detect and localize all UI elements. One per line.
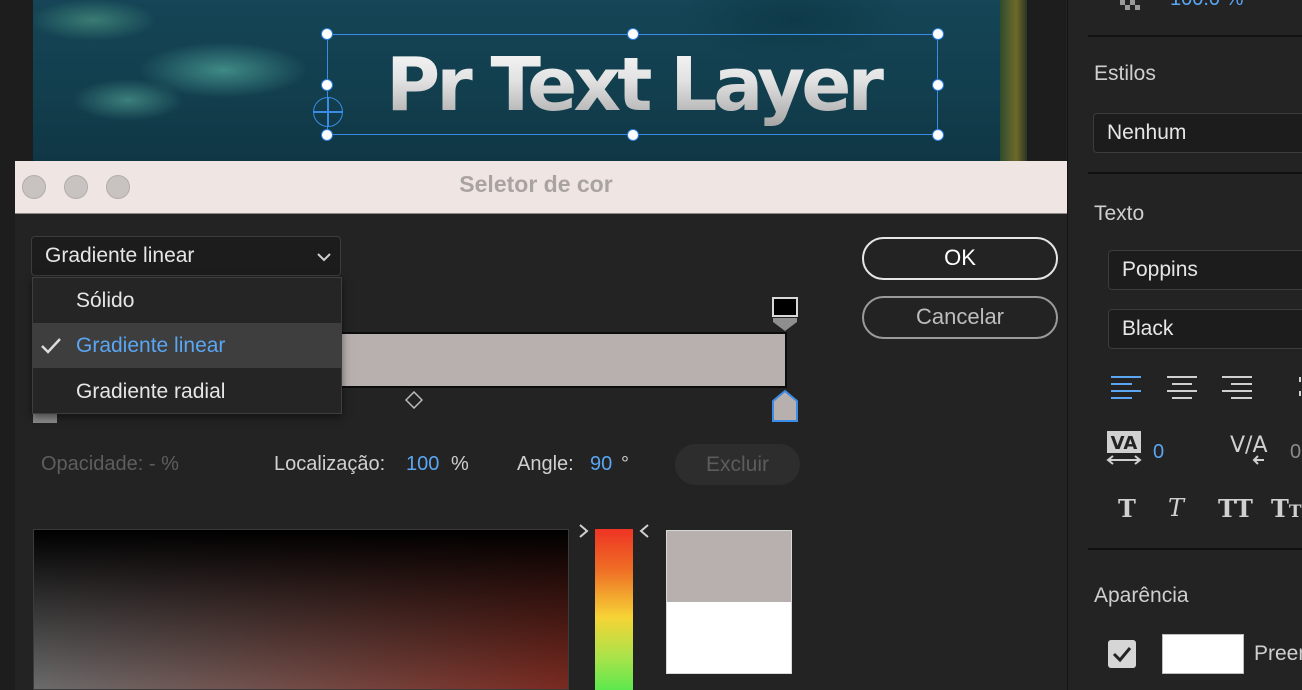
transform-handle-top-right[interactable] [932,28,944,40]
align-justify-icon[interactable] [1298,374,1302,400]
small-caps-icon[interactable]: TT [1271,494,1302,523]
styles-heading: Estilos [1094,62,1156,85]
location-unit: % [451,453,469,475]
color-stop-left[interactable] [33,414,57,423]
align-center-icon[interactable] [1166,374,1198,400]
video-frame-edge [1000,0,1027,163]
opacity-stop-icon[interactable] [772,297,798,332]
menu-item-radial-gradient[interactable]: Gradiente radial [33,369,341,414]
angle-label: Angle: [517,453,574,475]
menu-item-solid[interactable]: Sólido [33,278,341,323]
fill-type-dropdown-menu: Sólido Gradiente linear Gradiente radial [32,277,342,414]
fill-checkbox[interactable] [1108,640,1136,668]
divider [1088,35,1302,37]
transform-handle-top-center[interactable] [627,28,639,40]
divider [1088,548,1302,550]
svg-text:VA: VA [1111,433,1138,454]
checkmark-icon [41,338,61,354]
align-right-icon[interactable] [1221,374,1253,400]
opacity-value[interactable]: 100.0 % [1170,0,1243,11]
style-select[interactable]: Nenhum [1093,113,1302,153]
svg-text:V/A: V/A [1230,433,1268,458]
angle-unit: ° [621,453,629,475]
location-value[interactable]: 100 [406,450,439,478]
delete-stop-button[interactable]: Excluir [675,444,800,485]
italic-icon[interactable]: T [1168,494,1184,522]
fill-label: Preen [1254,642,1302,665]
location-label: Localização: [274,453,386,475]
ok-button[interactable]: OK [862,237,1058,280]
anchor-point-icon[interactable] [313,97,343,127]
chevron-left-icon [639,524,649,538]
cancel-button[interactable]: Cancelar [862,296,1058,339]
align-left-icon[interactable] [1110,374,1142,400]
text-bounding-box [327,34,938,135]
chevron-right-icon [579,524,589,538]
menu-item-linear-gradient[interactable]: Gradiente linear [33,323,341,368]
font-family-select[interactable]: Poppins [1108,250,1302,290]
color-picker-dialog: Seletor de cor Gradiente linear Sólido G… [15,161,1067,690]
transform-handle-bottom-center[interactable] [627,129,639,141]
opacity-label: Opacidade: - % [41,453,179,475]
fill-type-select[interactable]: Gradiente linear [31,236,341,276]
tracking-value[interactable]: 0 [1290,441,1301,464]
transform-handle-middle-left[interactable] [321,79,333,91]
transform-handle-bottom-right[interactable] [932,129,944,141]
fill-color-swatch[interactable] [1162,634,1244,674]
new-color-swatch [666,530,792,602]
dialog-titlebar[interactable]: Seletor de cor [15,161,1067,214]
transform-handle-bottom-left[interactable] [321,129,333,141]
fill-type-value: Gradiente linear [45,244,195,267]
tracking-icon: V/A [1230,433,1268,465]
checkmark-icon [1112,647,1132,663]
saturation-brightness-field[interactable] [33,529,569,690]
kerning-icon: VA [1106,431,1142,465]
dialog-title: Seletor de cor [459,171,613,197]
font-style-select[interactable]: Black [1108,309,1302,349]
midpoint-diamond-icon[interactable] [405,391,423,409]
kerning-value[interactable]: 0 [1153,441,1164,464]
bold-icon[interactable]: T [1118,494,1136,523]
angle-value[interactable]: 90 [590,450,612,478]
essential-graphics-panel: 100.0 % Estilos Nenhum Texto Poppins Bla… [1067,0,1302,690]
transform-handle-middle-right[interactable] [932,79,944,91]
appearance-heading: Aparência [1094,584,1189,607]
text-heading: Texto [1094,202,1145,225]
original-color-swatch[interactable] [666,602,792,674]
divider [1088,172,1302,174]
checkerboard-icon [1120,0,1140,10]
chevron-down-icon [317,253,331,262]
hue-slider[interactable] [595,529,633,690]
color-stop-icon[interactable] [772,389,798,423]
gradient-ramp[interactable] [342,332,787,388]
all-caps-icon[interactable]: TT [1218,494,1253,523]
transform-handle-top-left[interactable] [321,28,333,40]
